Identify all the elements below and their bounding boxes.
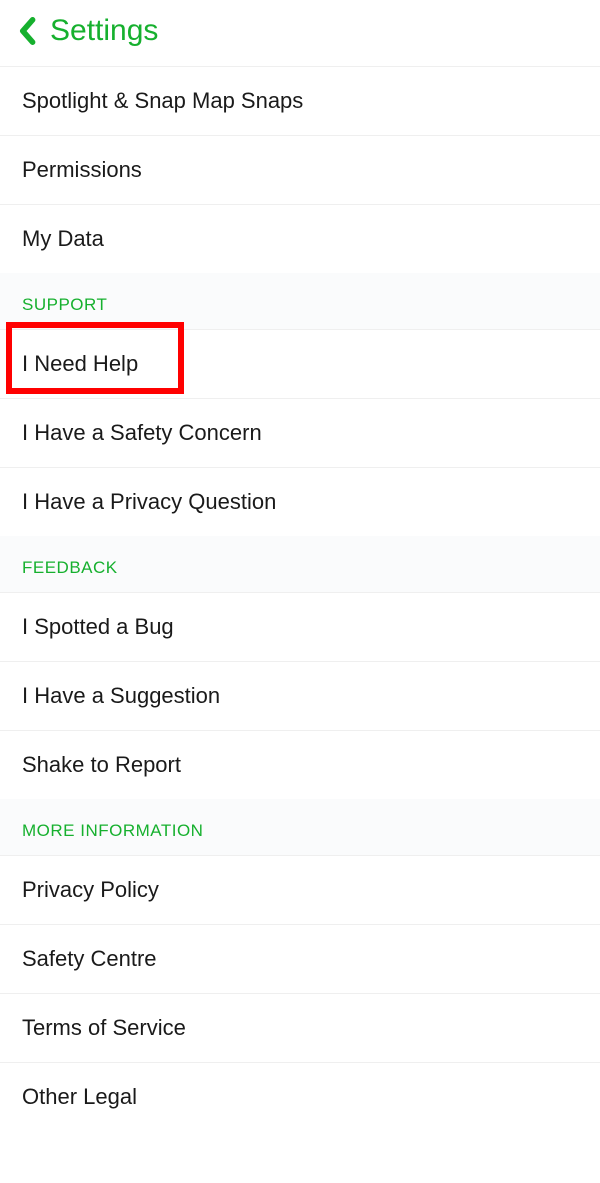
page-title: Settings — [50, 14, 158, 48]
list-item-label: I Need Help — [22, 351, 138, 376]
list-item-label: I Have a Privacy Question — [22, 489, 276, 514]
list-item-i-have-a-suggestion[interactable]: I Have a Suggestion — [0, 661, 600, 730]
list-item-i-spotted-a-bug[interactable]: I Spotted a Bug — [0, 592, 600, 661]
list-item-my-data[interactable]: My Data — [0, 204, 600, 273]
list-item-i-have-a-privacy-question[interactable]: I Have a Privacy Question — [0, 467, 600, 536]
list-item-safety-centre[interactable]: Safety Centre — [0, 924, 600, 993]
list-item-label: I Have a Suggestion — [22, 683, 220, 708]
list-item-other-legal[interactable]: Other Legal — [0, 1062, 600, 1131]
section-header-label: Feedback — [22, 558, 118, 577]
list-item-label: I Have a Safety Concern — [22, 420, 262, 445]
section-header-label: Support — [22, 295, 107, 314]
settings-list: Spotlight & Snap Map Snaps Permissions My … — [0, 66, 600, 1131]
list-item-label: My Data — [22, 226, 104, 251]
back-icon[interactable] — [18, 17, 36, 45]
list-item-label: Terms of Service — [22, 1015, 186, 1040]
list-item-label: Spotlight & Snap Map Snaps — [22, 88, 303, 113]
list-item-privacy-policy[interactable]: Privacy Policy — [0, 855, 600, 924]
list-item-label: Safety Centre — [22, 946, 157, 971]
list-item-shake-to-report[interactable]: Shake to Report — [0, 730, 600, 799]
list-item-spotlight-snap-map-snaps[interactable]: Spotlight & Snap Map Snaps — [0, 66, 600, 135]
list-item-permissions[interactable]: Permissions — [0, 135, 600, 204]
header-bar: Settings — [0, 0, 600, 66]
list-item-label: Permissions — [22, 157, 142, 182]
list-item-label: Privacy Policy — [22, 877, 159, 902]
list-item-i-need-help[interactable]: I Need Help — [0, 329, 600, 398]
section-header-more-information: More Information — [0, 799, 600, 855]
list-item-terms-of-service[interactable]: Terms of Service — [0, 993, 600, 1062]
section-header-label: More Information — [22, 821, 203, 840]
section-header-feedback: Feedback — [0, 536, 600, 592]
list-item-label: I Spotted a Bug — [22, 614, 174, 639]
list-item-label: Shake to Report — [22, 752, 181, 777]
list-item-label: Other Legal — [22, 1084, 137, 1109]
section-header-support: Support — [0, 273, 600, 329]
list-item-i-have-a-safety-concern[interactable]: I Have a Safety Concern — [0, 398, 600, 467]
